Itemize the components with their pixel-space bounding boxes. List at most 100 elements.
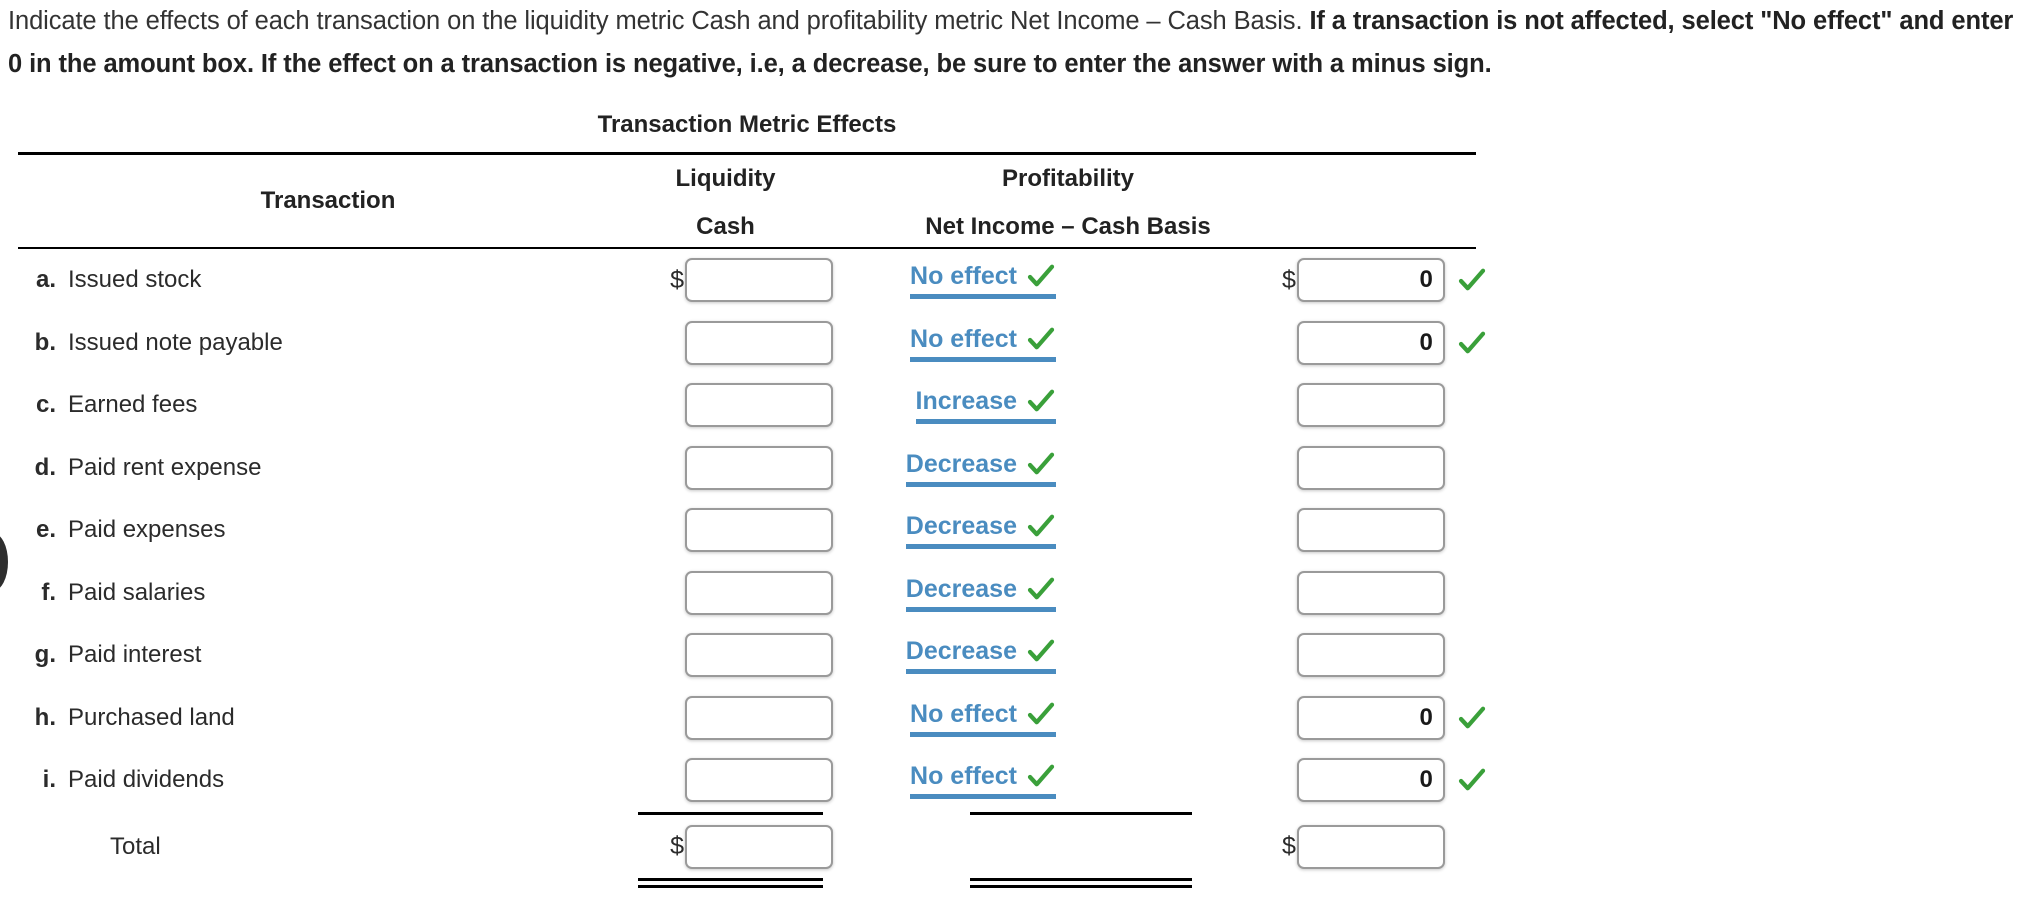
net-income-cell: $ bbox=[1066, 508, 1445, 553]
total-bottom-rule-net-income-2 bbox=[970, 885, 1192, 888]
correct-check-icon bbox=[1026, 574, 1056, 604]
net-income-cell: $ bbox=[1066, 383, 1445, 428]
correct-check-icon bbox=[1026, 511, 1056, 541]
net-income-cell: $ bbox=[1066, 758, 1486, 803]
correct-check-icon bbox=[1026, 449, 1056, 479]
cash-cell: $ bbox=[618, 258, 833, 303]
correct-check-icon bbox=[1026, 386, 1056, 416]
effect-select-cell: Increase bbox=[836, 386, 1056, 425]
net-income-cell: $ bbox=[1066, 824, 1445, 869]
row-transaction-label: Purchased land bbox=[68, 703, 235, 731]
cash-amount-input[interactable] bbox=[685, 383, 833, 428]
effect-select[interactable]: No effect bbox=[910, 324, 1056, 362]
effect-select-cell: No effect bbox=[836, 261, 1056, 300]
row-transaction-label: Paid expenses bbox=[68, 516, 226, 544]
effect-select-cell: No effect bbox=[836, 699, 1056, 737]
cash-amount-input[interactable] bbox=[685, 695, 833, 740]
column-header-cash: Cash bbox=[696, 213, 755, 240]
cash-amount-input[interactable] bbox=[685, 258, 833, 303]
column-group-header-liquidity: Liquidity bbox=[675, 165, 776, 192]
cash-amount-input[interactable] bbox=[685, 758, 833, 803]
total-top-rule-cash bbox=[638, 811, 823, 815]
correct-check-icon bbox=[1026, 699, 1056, 729]
net-income-amount-input[interactable] bbox=[1296, 633, 1445, 678]
cash-dollar-sign: $ bbox=[670, 832, 684, 861]
cash-cell: $ bbox=[618, 383, 833, 428]
net-income-amount-input[interactable] bbox=[1296, 824, 1445, 869]
row-letter: g. bbox=[34, 641, 56, 669]
net-income-cell: $ bbox=[1066, 258, 1486, 303]
cash-cell: $ bbox=[618, 824, 833, 869]
effect-select-cell: Decrease bbox=[836, 574, 1056, 612]
correct-check-icon bbox=[1026, 636, 1056, 666]
table-row: a. Issued stock $ No effect $ bbox=[18, 249, 1508, 312]
row-letter: i. bbox=[42, 766, 56, 794]
effect-select[interactable]: Decrease bbox=[905, 511, 1056, 550]
effect-select-cell: Decrease bbox=[836, 636, 1056, 675]
net-income-amount-input[interactable] bbox=[1296, 445, 1445, 490]
cash-cell: $ bbox=[618, 695, 833, 740]
row-letter: f. bbox=[41, 578, 56, 606]
table-header-row: Transaction Liquidity Cash Profitability… bbox=[18, 155, 1508, 247]
cash-amount-input[interactable] bbox=[685, 824, 833, 869]
table-row: f. Paid salaries $ Decrease $ bbox=[18, 562, 1508, 625]
table-row: b. Issued note payable $ No effect $ bbox=[18, 312, 1508, 375]
total-bottom-rule-cash-2 bbox=[638, 885, 823, 888]
net-income-cell: $ bbox=[1066, 633, 1445, 678]
net-income-amount-input[interactable] bbox=[1296, 570, 1445, 615]
effect-select-cell: No effect bbox=[836, 324, 1056, 362]
net-income-amount-input[interactable] bbox=[1296, 758, 1445, 803]
row-letter: h. bbox=[34, 703, 56, 731]
effect-select[interactable]: No effect bbox=[910, 699, 1056, 737]
net-income-amount-input[interactable] bbox=[1296, 320, 1445, 365]
table-row: g. Paid interest $ Decrease $ bbox=[18, 624, 1508, 687]
effect-select-value: Increase bbox=[915, 387, 1017, 416]
total-row-bottom-double-rules bbox=[18, 878, 1508, 890]
cash-amount-input[interactable] bbox=[685, 570, 833, 615]
transaction-metric-effects-table: Transaction Metric Effects Transaction L… bbox=[18, 110, 1508, 890]
table-row: c. Earned fees $ Increase $ bbox=[18, 374, 1508, 437]
effect-select-value: Decrease bbox=[905, 637, 1017, 666]
effect-select-value: No effect bbox=[910, 699, 1017, 728]
cash-cell: $ bbox=[618, 508, 833, 553]
net-income-amount-input[interactable] bbox=[1296, 695, 1445, 740]
row-transaction-label: Issued stock bbox=[68, 266, 202, 294]
effect-select[interactable]: No effect bbox=[910, 761, 1056, 800]
effect-select[interactable]: Increase bbox=[915, 386, 1056, 425]
correct-check-icon bbox=[1457, 703, 1487, 733]
effect-select[interactable]: Decrease bbox=[905, 574, 1056, 612]
table-body: a. Issued stock $ No effect $ b. Issued note p… bbox=[18, 249, 1508, 812]
cash-amount-input[interactable] bbox=[685, 320, 833, 365]
effect-select-value: No effect bbox=[910, 762, 1017, 791]
correct-check-icon bbox=[1457, 265, 1487, 295]
correct-check-icon bbox=[1457, 328, 1487, 358]
table-row: d. Paid rent expense $ Decrease $ bbox=[18, 437, 1508, 500]
column-group-header-profitability: Profitability bbox=[1001, 165, 1134, 192]
cash-amount-input[interactable] bbox=[685, 633, 833, 678]
net-income-amount-input[interactable] bbox=[1296, 383, 1445, 428]
effect-select-value: Decrease bbox=[905, 449, 1017, 478]
cash-amount-input[interactable] bbox=[685, 445, 833, 490]
row-letter: c. bbox=[35, 391, 56, 419]
effect-select-cell: Decrease bbox=[836, 449, 1056, 487]
net-income-amount-input[interactable] bbox=[1296, 258, 1445, 303]
effect-select[interactable]: Decrease bbox=[905, 449, 1056, 487]
table-title: Transaction Metric Effects bbox=[597, 111, 897, 138]
total-bottom-rule-cash-1 bbox=[638, 878, 823, 881]
effect-select[interactable]: No effect bbox=[910, 261, 1056, 300]
row-letter: a. bbox=[35, 266, 56, 294]
effect-select-value: No effect bbox=[910, 262, 1017, 291]
effect-select[interactable]: Decrease bbox=[905, 636, 1056, 675]
net-income-dollar-sign: $ bbox=[1282, 832, 1296, 861]
cash-dollar-sign: $ bbox=[670, 265, 684, 294]
cash-cell: $ bbox=[618, 758, 833, 803]
table-row: h. Purchased land $ No effect $ bbox=[18, 687, 1508, 750]
effect-select-value: No effect bbox=[910, 324, 1017, 353]
cash-amount-input[interactable] bbox=[685, 508, 833, 553]
instructions-normal-text: Indicate the effects of each transaction… bbox=[8, 7, 1310, 35]
total-row-label: Total bbox=[110, 832, 161, 860]
row-transaction-label: Paid interest bbox=[68, 641, 202, 669]
net-income-cell: $ bbox=[1066, 570, 1445, 615]
row-letter: b. bbox=[34, 328, 56, 356]
net-income-amount-input[interactable] bbox=[1296, 508, 1445, 553]
